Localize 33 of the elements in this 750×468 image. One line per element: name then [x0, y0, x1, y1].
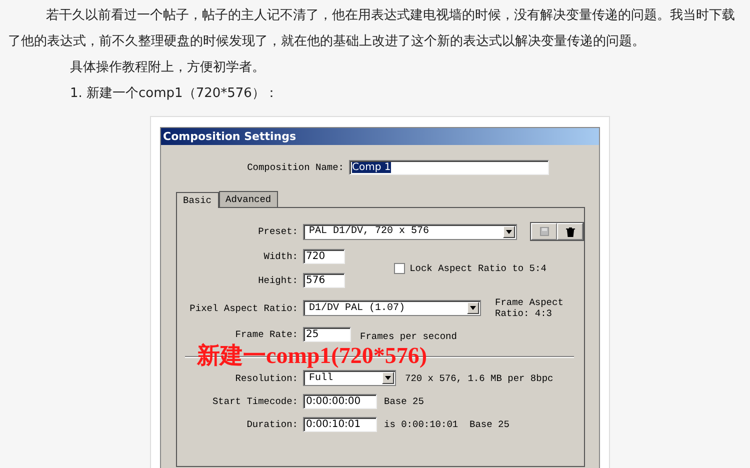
height-field[interactable]: 576: [303, 273, 345, 288]
field-label: Start Timecode:: [211, 396, 298, 407]
field-label: Preset:: [257, 226, 298, 237]
trash-icon[interactable]: [557, 223, 583, 240]
resolution-dropdown[interactable]: Full: [303, 370, 396, 386]
field-label: Pixel Aspect Ratio:: [188, 302, 298, 314]
duration-field[interactable]: 0:00:10:01: [303, 417, 377, 432]
field-label: Height:: [257, 275, 298, 286]
checkbox[interactable]: [394, 263, 405, 274]
field-label: Width:: [262, 251, 298, 262]
frame-rate-field[interactable]: 25: [303, 327, 351, 342]
checkbox-label: Lock Aspect Ratio to 5:4: [410, 263, 546, 274]
duration-info: is 0:00:10:01 Base 25: [384, 419, 510, 430]
window-title: Composition Settings: [161, 128, 599, 145]
field-label: Duration:: [246, 419, 298, 430]
save-icon[interactable]: [531, 223, 557, 240]
name-field[interactable]: Comp 1: [349, 160, 549, 175]
frame-aspect-text: Frame Aspect Ratio: 4:3: [495, 297, 564, 319]
pixel-aspect-dropdown[interactable]: D1/DV PAL (1.07): [303, 300, 481, 316]
field-label: Resolution:: [234, 372, 298, 384]
paragraph: 具体操作教程附上，方便初学者。: [70, 59, 266, 77]
field-label: Composition Name:: [246, 162, 344, 173]
preset-dropdown[interactable]: PAL D1/DV, 720 x 576: [303, 224, 517, 240]
paragraph: 1. 新建一个comp1（720*576）：: [70, 85, 279, 103]
unit-text: Frames per second: [360, 330, 457, 342]
paragraph: 若干久以前看过一个帖子，帖子的主人记不清了，他在用表达式建电视墙的时候，没有解决变量传递的问题。我当时下载了他的表达式，前不久整理硬盘的时候发现了，就在他的基础上改进了这个新的表达式以解决变量传递的问题。: [8, 7, 736, 51]
width-field[interactable]: 720: [303, 249, 345, 264]
base-text: Base 25: [384, 396, 424, 407]
tab[interactable]: Advanced: [218, 191, 278, 207]
resolution-info: 720 x 576, 1.6 MB per 8bpc: [405, 372, 554, 384]
field-label: Frame Rate:: [234, 329, 298, 340]
tab[interactable]: Basic: [176, 192, 219, 208]
timecode-field[interactable]: 0:00:00:00: [303, 394, 377, 409]
